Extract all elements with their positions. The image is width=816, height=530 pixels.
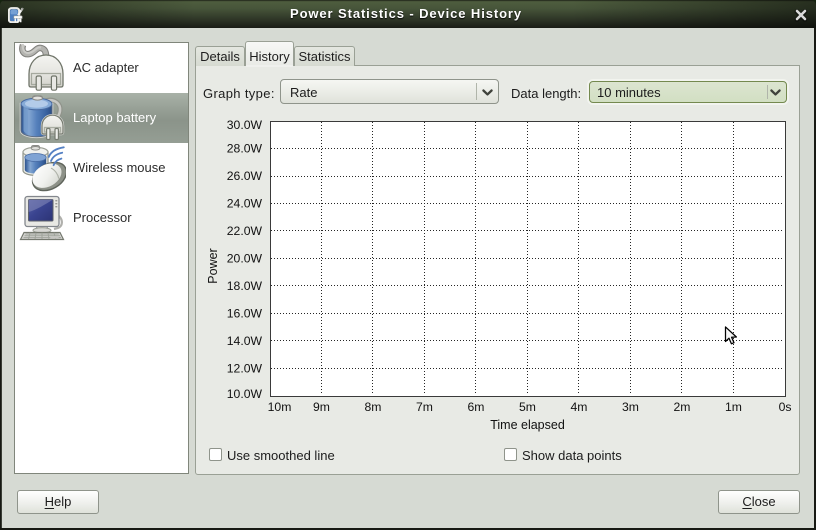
svg-text:22.0W: 22.0W [227, 224, 263, 238]
svg-text:7m: 7m [416, 400, 433, 414]
svg-text:4m: 4m [571, 400, 588, 414]
svg-text:1m: 1m [725, 400, 742, 414]
svg-text:8m: 8m [365, 400, 382, 414]
svg-text:20.0W: 20.0W [227, 252, 263, 266]
svg-text:10m: 10m [268, 400, 292, 414]
svg-text:24.0W: 24.0W [227, 197, 263, 211]
svg-text:5m: 5m [519, 400, 536, 414]
svg-text:10.0W: 10.0W [227, 387, 263, 401]
svg-text:3m: 3m [622, 400, 639, 414]
svg-text:6m: 6m [468, 400, 485, 414]
svg-text:14.0W: 14.0W [227, 334, 263, 348]
svg-text:28.0W: 28.0W [227, 142, 263, 156]
svg-text:9m: 9m [313, 400, 330, 414]
svg-text:30.0W: 30.0W [227, 118, 263, 132]
svg-text:12.0W: 12.0W [227, 362, 263, 376]
svg-text:16.0W: 16.0W [227, 307, 263, 321]
svg-text:26.0W: 26.0W [227, 169, 263, 183]
svg-text:0s: 0s [779, 400, 792, 414]
svg-text:Power: Power [206, 248, 220, 283]
svg-text:18.0W: 18.0W [227, 279, 263, 293]
svg-text:2m: 2m [674, 400, 691, 414]
svg-text:Time elapsed: Time elapsed [490, 418, 565, 432]
